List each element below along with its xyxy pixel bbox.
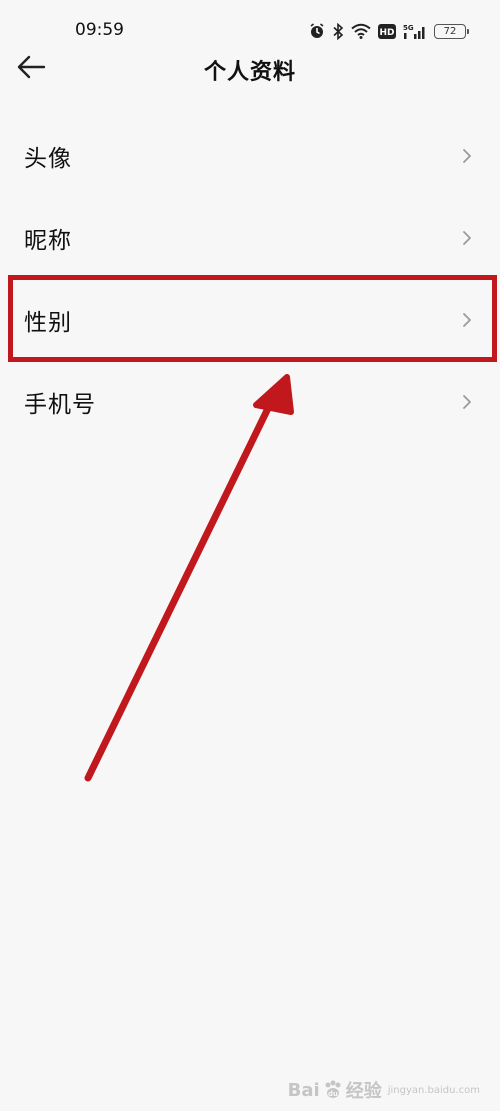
hd-icon: HD xyxy=(378,23,396,39)
chevron-right-icon xyxy=(463,313,471,327)
app-header: 个人资料 xyxy=(0,46,500,92)
watermark-brand: Bai xyxy=(287,1079,320,1101)
status-time: 09:59 xyxy=(75,20,124,40)
screen: 09:59 HD 5G 72 个人资料 头像 昵称 性别 手机号 Bai du … xyxy=(0,0,500,1111)
paw-icon: du xyxy=(325,1080,341,1098)
menu-item-label: 手机号 xyxy=(24,392,96,418)
watermark-sub: jingyan.baidu.com xyxy=(387,1084,480,1096)
alarm-icon xyxy=(309,23,325,39)
profile-menu-list: 头像 昵称 性别 手机号 xyxy=(0,115,500,443)
hd-label: HD xyxy=(379,28,394,38)
chevron-right-icon xyxy=(463,231,471,245)
menu-item-phone[interactable]: 手机号 xyxy=(0,361,500,443)
menu-item-gender[interactable]: 性别 xyxy=(0,279,500,361)
watermark-logo: Bai du 经验 jingyan.baidu.com xyxy=(288,1077,480,1103)
battery-level: 72 xyxy=(443,25,457,37)
signal-icon: 5G xyxy=(403,23,427,40)
menu-item-nickname[interactable]: 昵称 xyxy=(0,197,500,279)
watermark-paw-text: du xyxy=(328,1090,338,1098)
status-icons: HD 5G 72 xyxy=(309,22,469,40)
battery-icon: 72 xyxy=(434,23,469,39)
wifi-icon xyxy=(351,23,371,39)
menu-item-avatar[interactable]: 头像 xyxy=(0,115,500,197)
status-bar: 09:59 HD 5G 72 xyxy=(0,0,500,46)
chevron-right-icon xyxy=(463,149,471,163)
page-title: 个人资料 xyxy=(203,60,296,85)
watermark-suffix: 经验 xyxy=(345,1081,382,1102)
menu-item-label: 头像 xyxy=(24,146,72,172)
menu-item-label: 昵称 xyxy=(24,228,72,254)
network-label: 5G xyxy=(403,24,414,32)
chevron-right-icon xyxy=(463,395,471,409)
menu-item-label: 性别 xyxy=(24,310,72,336)
bluetooth-icon xyxy=(332,22,344,40)
